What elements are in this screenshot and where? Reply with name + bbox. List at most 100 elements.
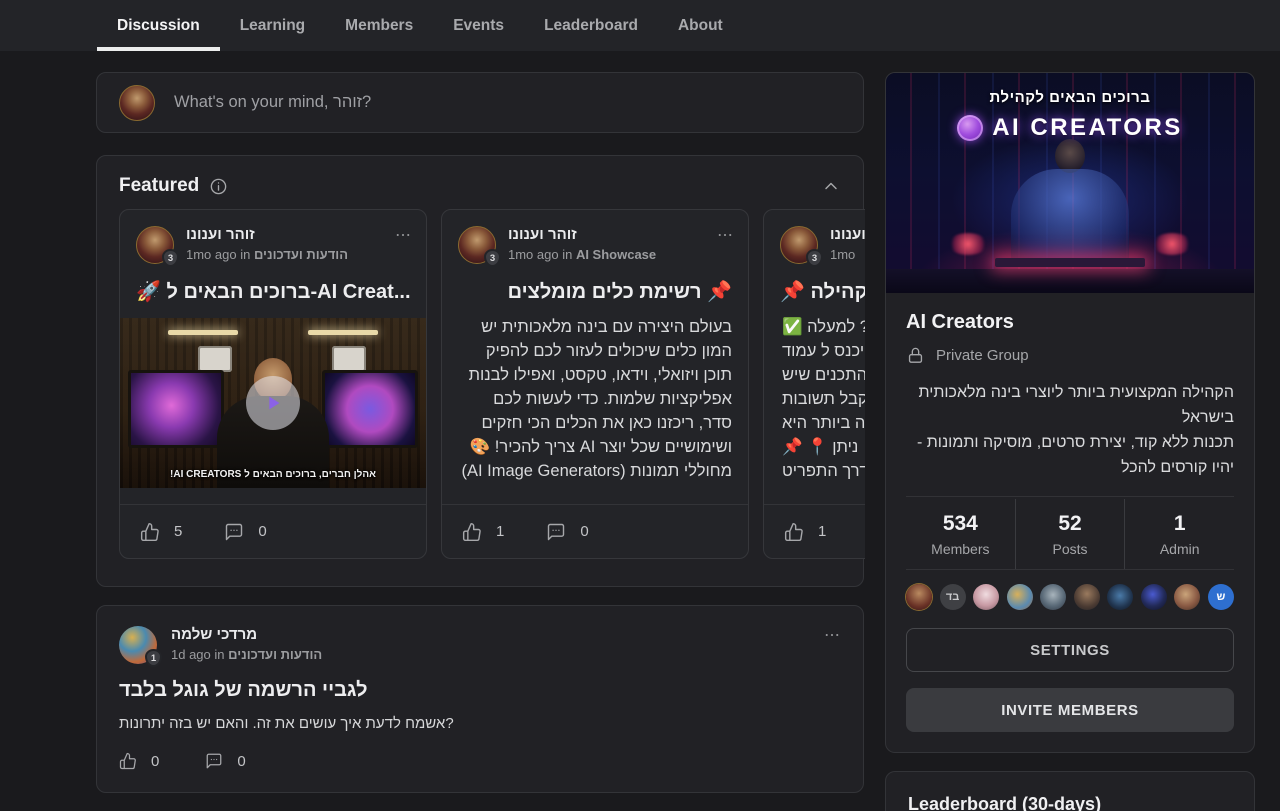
play-icon [262,392,284,414]
member-avatar[interactable] [906,584,932,610]
comment-button[interactable]: 0 [224,522,266,542]
lock-icon [906,346,925,365]
group-sidebar: ברוכים הבאים לקהילת AI CREATORS AI Creat… [885,72,1255,811]
group-banner-image[interactable]: ברוכים הבאים לקהילת AI CREATORS [886,73,1254,293]
banner-logo: AI CREATORS [886,114,1254,142]
post-body[interactable]: אשמח לדעת איך עושים את זה. והאם יש בזה י… [119,714,841,734]
group-name: AI Creators [906,311,1234,334]
post-body[interactable]: בעולם היצירה עם בינה מלאכותית יש המון כל… [458,315,732,483]
body-line: 📌 📍 ניתן [782,435,865,459]
member-avatar[interactable] [973,584,999,610]
video-thumbnail[interactable]: אהלן חברים, ברוכים הבאים ל AI CREATORS! [120,318,426,488]
decor-speaker [198,346,232,372]
author-avatar[interactable]: 3 [458,226,496,264]
member-avatar[interactable] [1107,584,1133,610]
banner-keyboard [995,258,1145,267]
author-name[interactable]: זוהר וענונו [830,226,865,243]
tab-events[interactable]: Events [433,0,524,51]
settings-button[interactable]: SETTINGS [906,628,1234,672]
play-button[interactable] [246,376,300,430]
info-icon[interactable] [209,177,228,196]
like-button[interactable]: 5 [140,522,182,542]
category-link[interactable]: AI Showcase [576,247,656,262]
stat-label: Members [906,541,1015,557]
video-caption: אהלן חברים, ברוכים הבאים ל AI CREATORS! [120,469,426,480]
body-line: היכנס ל עמוד [782,339,865,363]
comment-count: 0 [258,523,266,540]
invite-members-button[interactable]: INVITE MEMBERS [906,688,1234,732]
tab-learning[interactable]: Learning [220,0,325,51]
post-title[interactable]: 📌 רשימת כלים מומלצים [458,279,732,304]
post-card[interactable]: 1 מרדכי שלמה 1d ago in הודעות ועדכונים ל… [96,605,864,793]
level-badge: 3 [162,249,179,267]
member-avatar[interactable] [1141,584,1167,610]
author-name[interactable]: זוהר וענונו [508,226,656,243]
post-meta: 1mo ago in AI Showcase [508,247,656,262]
description-line: הקהילה המקצועית ביותר ליוצרי בינה מלאכות… [906,380,1234,430]
tab-discussion[interactable]: Discussion [97,0,220,51]
author-avatar[interactable]: 3 [780,226,818,264]
featured-card-tools[interactable]: 3 זוהר וענונו 1mo ago in AI Showcase 📌 ר… [441,209,749,559]
like-button[interactable]: 0 [119,752,159,770]
top-nav: Discussion Learning Members Events Leade… [0,0,1280,51]
chevron-up-icon[interactable] [821,176,841,196]
featured-card-welcome[interactable]: 3 זוהר וענונו 1mo ago in הודעות ועדכונים… [119,209,427,559]
banner-glow [1152,233,1192,255]
more-options-icon[interactable] [394,226,412,244]
tab-about[interactable]: About [658,0,743,51]
decor-light [168,330,238,335]
more-options-icon[interactable] [823,626,841,644]
featured-card-community-guide[interactable]: 3 זוהר וענונו 1mo 📌 קהילה ✅ למעלה ? היכנ… [763,209,865,559]
author-name[interactable]: מרדכי שלמה [171,626,322,643]
stat-members: 534 Members [906,499,1015,569]
member-avatar[interactable] [1174,584,1200,610]
author-name[interactable]: זוהר וענונו [186,226,348,243]
banner-desk [886,269,1254,293]
group-privacy: Private Group [906,346,1234,365]
thumbs-up-icon [140,522,160,542]
brain-icon [957,115,983,141]
like-button[interactable]: 1 [462,522,504,542]
level-badge: 1 [145,649,162,667]
stat-admins: 1 Admin [1124,499,1234,569]
thumbs-up-icon [462,522,482,542]
card-footer: 5 0 [120,504,426,558]
decor-monitor [322,370,418,448]
post-title[interactable]: 📌 קהילה [780,279,865,304]
card-header: 3 זוהר וענונו 1mo ago in AI Showcase [442,210,748,264]
featured-cards-row: 3 זוהר וענונו 1mo ago in הודעות ועדכונים… [119,209,865,561]
leaderboard-title: Leaderboard (30-days) [908,794,1232,811]
comment-button[interactable]: 0 [546,522,588,542]
tab-members[interactable]: Members [325,0,433,51]
decor-light [308,330,378,335]
card-footer: 1 [764,504,865,558]
post-composer[interactable]: What's on your mind, זוהר? [96,72,864,133]
tab-leaderboard[interactable]: Leaderboard [524,0,658,51]
group-info: AI Creators Private Group הקהילה המקצועי… [886,293,1254,752]
comment-button[interactable]: 0 [205,752,245,770]
member-avatar[interactable]: בד [940,584,966,610]
member-avatar[interactable]: ש [1208,584,1234,610]
more-options-icon[interactable] [716,226,734,244]
category-link[interactable]: הודעות ועדכונים [254,247,348,262]
post-meta: 1d ago in הודעות ועדכונים [171,647,322,662]
category-link[interactable]: הודעות ועדכונים [228,647,322,662]
member-avatar[interactable] [1007,584,1033,610]
author-block: זוהר וענונו 1mo ago in הודעות ועדכונים [186,226,348,262]
like-count: 1 [496,523,504,540]
member-avatars-row: בד ש [906,570,1234,612]
leaderboard-card: Leaderboard (30-days) [885,771,1255,811]
member-avatar[interactable] [1074,584,1100,610]
post-title[interactable]: לגביי הרשמה של גוגל בלבד [119,678,841,702]
comment-count: 0 [580,523,588,540]
author-avatar[interactable]: 3 [136,226,174,264]
banner-glow [948,233,988,255]
post-title[interactable]: 🚀 ברוכים הבאים ל-AI Creat... [136,279,410,304]
decor-speaker [332,346,366,372]
featured-header: Featured [97,156,863,209]
post-body[interactable]: ✅ למעלה ? היכנס ל עמוד התכנים שיש קבל תש… [782,315,865,483]
author-avatar[interactable]: 1 [119,626,157,664]
like-button[interactable]: 1 [784,522,826,542]
comment-count: 0 [237,753,245,770]
member-avatar[interactable] [1040,584,1066,610]
